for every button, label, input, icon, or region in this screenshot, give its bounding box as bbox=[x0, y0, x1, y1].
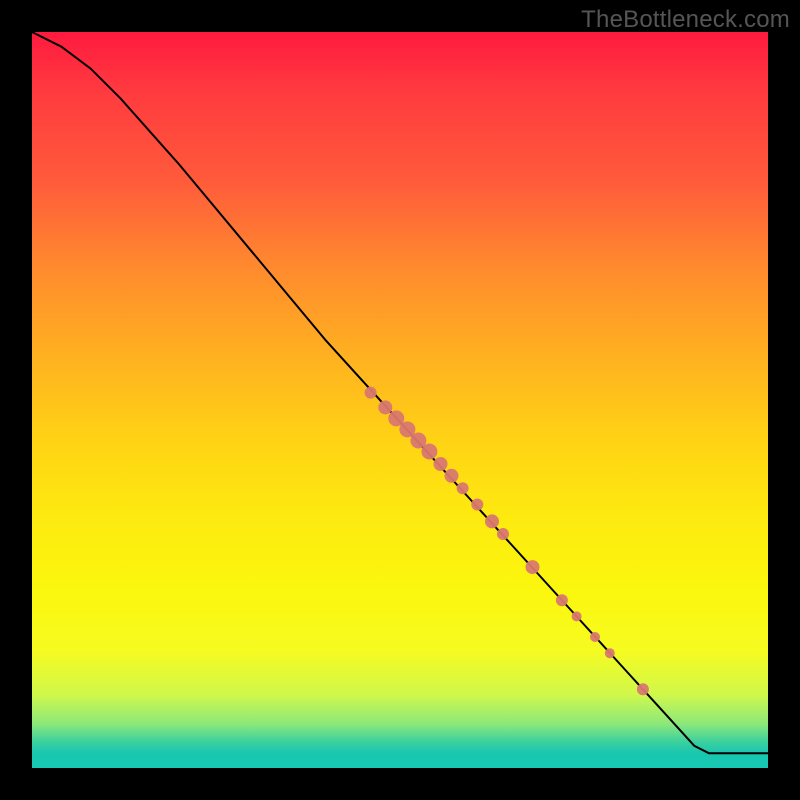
data-point bbox=[605, 648, 615, 658]
bottleneck-curve bbox=[32, 32, 768, 753]
data-point bbox=[457, 482, 469, 494]
data-point bbox=[572, 611, 582, 621]
data-point bbox=[434, 457, 448, 471]
data-point bbox=[378, 400, 392, 414]
data-point bbox=[637, 683, 649, 695]
data-point bbox=[526, 560, 540, 574]
data-point bbox=[497, 528, 509, 540]
chart-container: TheBottleneck.com bbox=[0, 0, 800, 800]
data-point bbox=[590, 632, 600, 642]
curve-svg bbox=[32, 32, 768, 768]
watermark-label: TheBottleneck.com bbox=[581, 6, 790, 34]
data-point bbox=[556, 594, 568, 606]
plot-area bbox=[32, 32, 768, 768]
data-point bbox=[471, 499, 483, 511]
data-point bbox=[421, 444, 437, 460]
data-point bbox=[445, 469, 459, 483]
data-point bbox=[485, 514, 499, 528]
data-point bbox=[365, 387, 377, 399]
